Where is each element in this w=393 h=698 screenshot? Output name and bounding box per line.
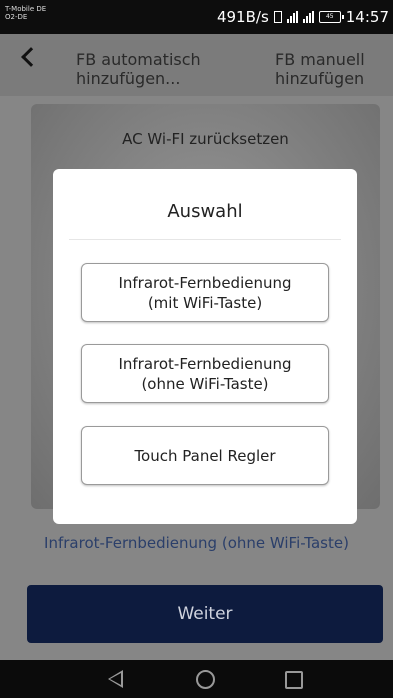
status-bar: T-Mobile DE O2-DE 491B/s 45 14:57: [0, 0, 393, 34]
option-label-line-2: (mit WiFi-Taste): [147, 293, 263, 312]
vibrate-icon: [273, 11, 282, 23]
square-recent-icon[interactable]: [285, 671, 303, 689]
dialog-title: Auswahl: [167, 201, 243, 222]
app-header: FB automatisch hinzufügen... FB manuell …: [0, 34, 393, 96]
circle-home-icon[interactable]: [196, 670, 215, 689]
selected-remote-type-link[interactable]: Infrarot-Fernbedienung (ohne WiFi-Taste): [0, 534, 393, 552]
option-label-line-1: Infrarot-Fernbedienung: [118, 273, 292, 292]
tab-add-automatic[interactable]: FB automatisch hinzufügen...: [76, 50, 236, 88]
dialog-divider: [69, 239, 341, 240]
next-button[interactable]: Weiter: [27, 585, 383, 643]
option-ir-remote-without-wifi[interactable]: Infrarot-Fernbedienung (ohne WiFi-Taste): [81, 344, 329, 403]
selection-dialog: Auswahl Infrarot-Fernbedienung (mit WiFi…: [53, 169, 357, 524]
option-label-line-1: Infrarot-Fernbedienung: [118, 354, 292, 373]
tab-add-manual[interactable]: FB manuell hinzufügen: [275, 50, 375, 88]
carrier-line-2: O2-DE: [5, 13, 28, 21]
option-touch-panel[interactable]: Touch Panel Regler: [81, 426, 329, 485]
option-label-line-2: (ohne WiFi-Taste): [141, 374, 269, 393]
clock: 14:57: [345, 8, 389, 26]
carrier-line-1: T-Mobile DE: [5, 5, 47, 13]
signal-4g-icon: [286, 11, 298, 23]
system-navigation-bar: [0, 660, 393, 698]
instruction-title: AC Wi-FI zurücksetzen: [122, 130, 289, 148]
battery-icon: 45: [318, 11, 344, 23]
triangle-back-icon[interactable]: [108, 670, 123, 688]
network-speed: 491B/s: [216, 8, 269, 26]
chevron-left-icon[interactable]: [21, 47, 41, 67]
status-indicators: 491B/s 45 14:57: [217, 8, 389, 26]
option-ir-remote-with-wifi[interactable]: Infrarot-Fernbedienung (mit WiFi-Taste): [81, 263, 329, 322]
carrier-info: T-Mobile DE O2-DE: [5, 5, 46, 21]
option-label-line-1: Touch Panel Regler: [134, 446, 276, 465]
signal-icon: [302, 11, 314, 23]
